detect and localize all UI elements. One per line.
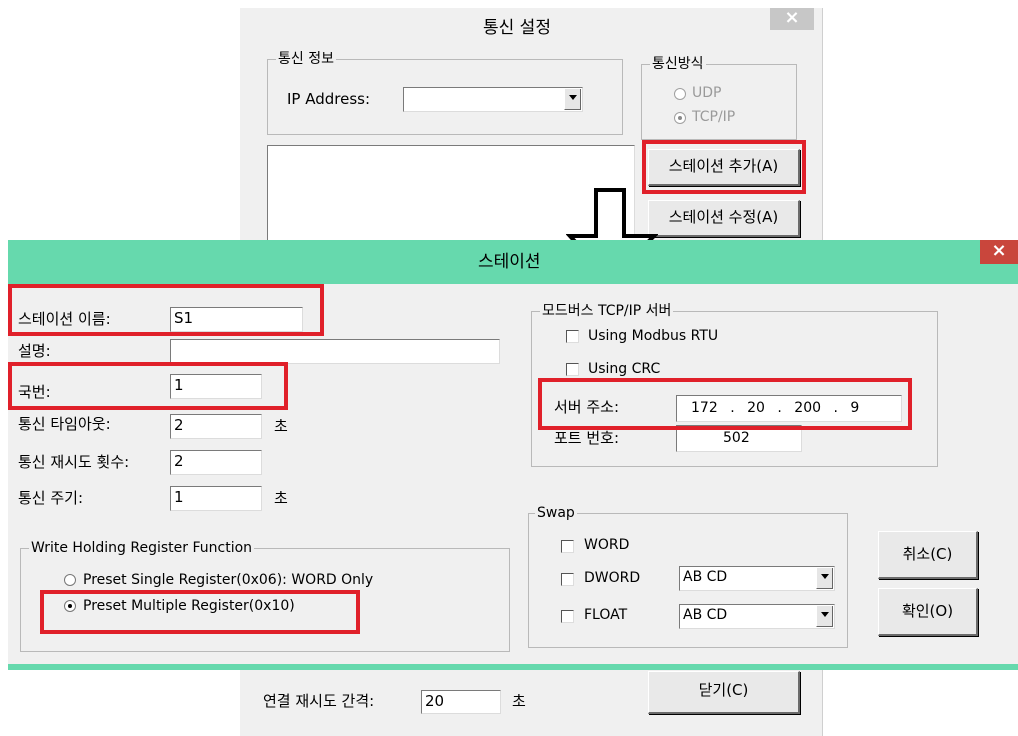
- reconnect-interval-unit: 초: [512, 692, 526, 710]
- udp-label: UDP: [692, 85, 722, 101]
- timeout-unit: 초: [274, 417, 288, 435]
- reconnect-interval-label: 연결 재시도 간격:: [263, 692, 375, 710]
- station-dialog-title: 스테이션: [478, 252, 541, 272]
- write-register-group-label: Write Holding Register Function: [29, 540, 255, 556]
- reconnect-interval-input[interactable]: 20: [421, 690, 501, 714]
- comm-method-group-label: 통신방식: [650, 56, 706, 72]
- swap-float-value: AB CD: [683, 607, 728, 623]
- reconnect-interval-value: 20: [425, 692, 445, 710]
- close-button-label: 닫기(C): [698, 681, 749, 699]
- period-value: 1: [174, 488, 184, 506]
- udp-radio[interactable]: [674, 88, 686, 100]
- timeout-value: 2: [174, 416, 184, 434]
- timeout-input[interactable]: 2: [170, 414, 262, 439]
- description-input[interactable]: [170, 339, 500, 364]
- comm-method-group: 통신방식: [641, 56, 797, 140]
- ok-button[interactable]: 확인(O): [878, 588, 978, 636]
- using-modbus-rtu-checkbox[interactable]: [566, 330, 579, 343]
- swap-float-select[interactable]: AB CD: [679, 604, 835, 629]
- swap-word-label: WORD: [584, 537, 630, 553]
- cancel-button-label: 취소(C): [902, 545, 953, 563]
- edit-station-label: 스테이션 수정(A): [668, 208, 779, 226]
- swap-dword-value: AB CD: [683, 569, 728, 585]
- close-icon: ×: [991, 240, 1007, 261]
- ip-address-label: IP Address:: [287, 90, 371, 108]
- modbus-server-group-label: 모드버스 TCP/IP 서버: [540, 303, 674, 319]
- edit-station-button[interactable]: 스테이션 수정(A): [648, 200, 800, 237]
- ip-address-select[interactable]: [403, 87, 583, 112]
- highlight-server-address: [538, 378, 912, 430]
- period-unit: 초: [274, 489, 288, 507]
- port-number-label: 포트 번호:: [554, 429, 620, 447]
- chevron-down-icon: [564, 89, 581, 110]
- cancel-button[interactable]: 취소(C): [878, 531, 978, 579]
- period-input[interactable]: 1: [170, 486, 262, 511]
- swap-dword-label: DWORD: [584, 570, 641, 586]
- swap-float-label: FLOAT: [584, 607, 628, 623]
- swap-word-checkbox[interactable]: [561, 540, 574, 553]
- description-label: 설명:: [18, 342, 51, 360]
- close-icon: ×: [784, 7, 800, 28]
- preset-single-radio[interactable]: [64, 574, 76, 586]
- station-close-button[interactable]: ×: [980, 240, 1018, 264]
- ok-button-label: 확인(O): [901, 602, 954, 620]
- highlight-add-station: [642, 140, 806, 194]
- comm-settings-title: 통신 설정: [483, 18, 551, 38]
- retry-count-value: 2: [174, 452, 184, 470]
- tcpip-label: TCP/IP: [692, 109, 736, 125]
- highlight-station-name: [8, 284, 324, 336]
- highlight-station-number: [8, 362, 288, 410]
- swap-float-checkbox[interactable]: [561, 610, 574, 623]
- chevron-down-icon: [816, 606, 833, 627]
- swap-dword-checkbox[interactable]: [561, 573, 574, 586]
- retry-count-input[interactable]: 2: [170, 450, 262, 475]
- swap-group-label: Swap: [535, 505, 577, 521]
- using-crc-label: Using CRC: [588, 361, 661, 377]
- retry-count-label: 통신 재시도 횟수:: [18, 453, 130, 471]
- chevron-down-icon: [816, 568, 833, 589]
- highlight-preset-multiple: [40, 590, 360, 634]
- swap-dword-select[interactable]: AB CD: [679, 566, 835, 591]
- timeout-label: 통신 타임아웃:: [18, 415, 111, 433]
- period-label: 통신 주기:: [18, 489, 84, 507]
- comm-settings-close-button[interactable]: ×: [770, 8, 814, 30]
- tcpip-radio[interactable]: [674, 112, 686, 124]
- preset-single-label: Preset Single Register(0x06): WORD Only: [83, 572, 374, 588]
- using-crc-checkbox[interactable]: [566, 363, 579, 376]
- port-number-value: 502: [723, 430, 750, 446]
- close-button[interactable]: 닫기(C): [648, 671, 800, 714]
- comm-info-group-label: 통신 정보: [276, 51, 336, 67]
- using-modbus-rtu-label: Using Modbus RTU: [588, 328, 719, 344]
